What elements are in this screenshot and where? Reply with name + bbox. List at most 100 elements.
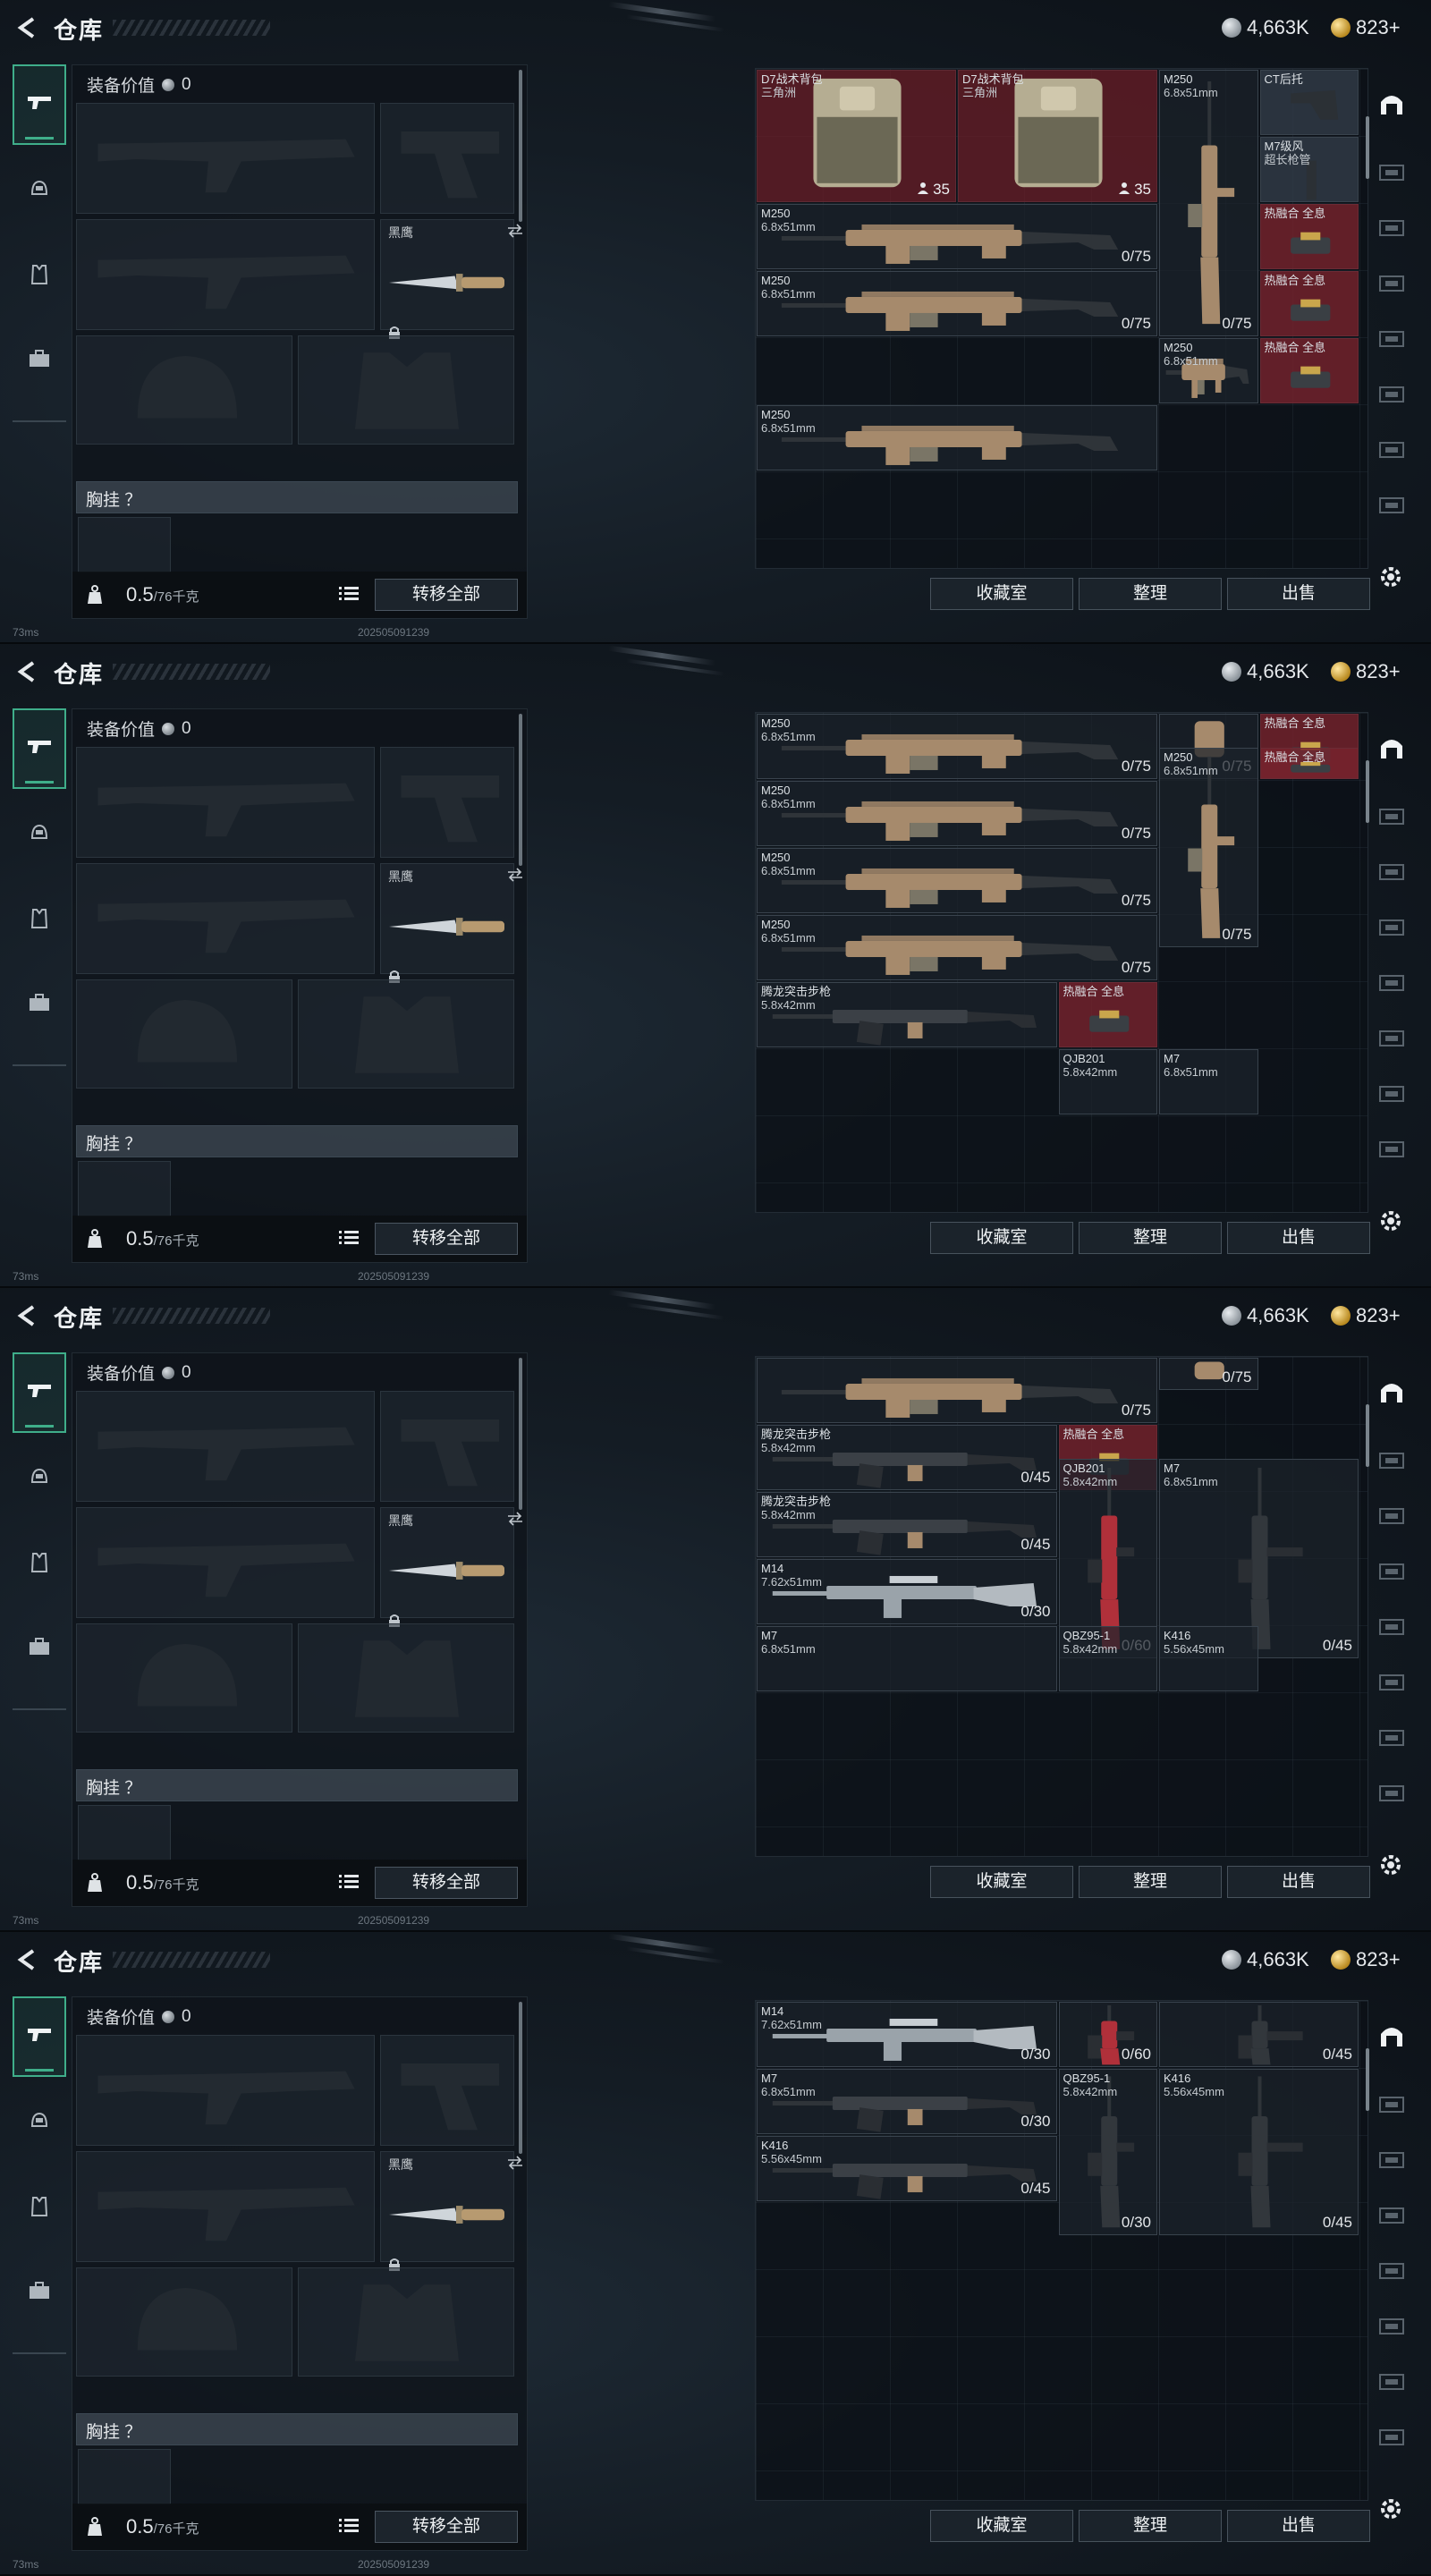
chest-rig-header[interactable]: 胸挂 ？ [76,1125,518,1157]
tab-case[interactable] [13,2252,66,2333]
inventory-item[interactable]: K416 5.56x45mm 0/45 [1159,2069,1359,2235]
helmet-slot[interactable] [76,335,292,445]
gold-currency[interactable]: 823+ [1331,14,1401,41]
storage-page-icon[interactable] [1374,487,1410,522]
sort-button[interactable]: 整理 [1079,578,1222,610]
inventory-item[interactable]: M250 6.8x51mm 0/75 [757,204,1157,269]
list-icon[interactable] [339,1874,359,1894]
tab-helmet[interactable] [13,2082,66,2163]
transfer-all-button[interactable]: 转移全部 [375,2511,518,2543]
storage-page-icon[interactable] [1374,2197,1410,2233]
chest-rig-slot[interactable] [78,1805,171,1860]
melee-slot[interactable]: 黑鹰 [380,863,522,983]
pistol-slot[interactable] [380,103,514,214]
gold-currency[interactable]: 823+ [1331,658,1401,685]
back-arrow-icon[interactable] [13,1945,39,1975]
tab-helmet[interactable] [13,150,66,231]
gear-icon[interactable] [1377,2496,1404,2527]
tab-case[interactable] [13,1608,66,1689]
sell-button[interactable]: 出售 [1227,2510,1370,2542]
tab-armor[interactable] [13,236,66,317]
secondary-weapon-slot[interactable] [76,219,375,330]
storage-page-icon[interactable] [1374,265,1410,301]
pistol-slot[interactable] [380,1391,514,1502]
inventory-item[interactable]: 热融合 全息 [1259,271,1359,336]
transfer-all-button[interactable]: 转移全部 [375,579,518,611]
storage-page-icon[interactable] [1374,798,1410,834]
gold-currency[interactable]: 823+ [1331,1946,1401,1973]
silver-currency[interactable]: 4,663K [1222,1302,1309,1329]
inventory-item[interactable]: 腾龙突击步枪 5.8x42mm 0/45 [757,1425,1057,1490]
back-arrow-icon[interactable] [13,13,39,43]
primary-weapon-slot[interactable] [76,1391,375,1502]
inventory-item[interactable]: M250 6.8x51mm [1159,338,1258,403]
transfer-all-button[interactable]: 转移全部 [375,1223,518,1255]
inventory-item[interactable]: M250 6.8x51mm 0/75 [757,271,1157,336]
primary-weapon-slot[interactable] [76,103,375,214]
collection-button[interactable]: 收藏室 [930,2510,1073,2542]
storage-page-icon[interactable] [1374,1719,1410,1755]
storage-page-icon[interactable] [1374,209,1410,245]
storage-page-icon[interactable] [1374,376,1410,411]
list-icon[interactable] [339,586,359,606]
storage-page-icon[interactable] [1374,1020,1410,1055]
collection-button[interactable]: 收藏室 [930,1222,1073,1254]
inventory-item[interactable]: 0/75 [757,1358,1157,1423]
pistol-slot[interactable] [380,2035,514,2146]
inventory-item[interactable]: M7 6.8x51mm [757,1626,1057,1691]
chest-rig-slot[interactable] [78,1161,171,1216]
equipment-scrollbar[interactable] [519,714,522,866]
storage-page-icon[interactable] [1374,2141,1410,2177]
inventory-item[interactable]: 热融合 全息 [1259,747,1359,779]
tab-helmet[interactable] [13,794,66,875]
secondary-weapon-slot[interactable] [76,1507,375,1618]
inventory-item[interactable]: M250 6.8x51mm [757,405,1157,470]
storage-page-icon[interactable] [1374,1442,1410,1478]
inventory-item[interactable]: 0/60 [1058,2002,1157,2067]
melee-slot[interactable]: 黑鹰 [380,219,522,339]
storage-page-icon[interactable] [1374,2252,1410,2288]
sell-button[interactable]: 出售 [1227,1866,1370,1898]
armor-slot[interactable] [298,1623,514,1733]
storage-page-icon[interactable] [1374,964,1410,1000]
inventory-item[interactable]: M250 6.8x51mm 0/75 [1159,70,1258,336]
silver-currency[interactable]: 4,663K [1222,1946,1309,1973]
sell-button[interactable]: 出售 [1227,578,1370,610]
gold-currency[interactable]: 823+ [1331,1302,1401,1329]
armor-slot[interactable] [298,2267,514,2377]
inventory-item[interactable]: K416 5.56x45mm [1159,1626,1258,1691]
storage-page-icon[interactable] [1374,1075,1410,1111]
storage-page-icon[interactable] [1374,1553,1410,1589]
tab-weapons[interactable] [13,1352,66,1433]
secondary-weapon-slot[interactable] [76,863,375,974]
inventory-item[interactable]: 腾龙突击步枪 5.8x42mm [757,982,1057,1047]
secondary-weapon-slot[interactable] [76,2151,375,2262]
inventory-item[interactable]: 腾龙突击步枪 5.8x42mm 0/45 [757,1492,1057,1557]
chest-rig-slot[interactable] [78,517,171,572]
inventory-item[interactable]: M14 7.62x51mm 0/30 [757,1559,1057,1624]
chest-rig-header[interactable]: 胸挂 ？ [76,2413,518,2445]
tab-armor[interactable] [13,1524,66,1605]
inventory-item[interactable]: M250 6.8x51mm 0/75 [1159,747,1258,947]
primary-weapon-slot[interactable] [76,2035,375,2146]
storage-page-icon[interactable] [1374,853,1410,889]
sort-button[interactable]: 整理 [1079,1866,1222,1898]
inventory-item[interactable]: CT后托 [1259,70,1359,135]
helmet-slot[interactable] [76,1623,292,1733]
gear-icon[interactable] [1377,1208,1404,1239]
storage-main-icon[interactable] [1374,1374,1410,1410]
gear-icon[interactable] [1377,1852,1404,1883]
inventory-item[interactable]: 热融合 全息 [1259,204,1359,269]
storage-main-icon[interactable] [1374,86,1410,122]
tab-armor[interactable] [13,880,66,961]
chest-rig-header[interactable]: 胸挂 ？ [76,1769,518,1801]
list-icon[interactable] [339,1230,359,1250]
inventory-item[interactable]: M250 6.8x51mm 0/75 [757,848,1157,913]
storage-page-icon[interactable] [1374,1664,1410,1699]
sort-button[interactable]: 整理 [1079,1222,1222,1254]
collection-button[interactable]: 收藏室 [930,1866,1073,1898]
collection-button[interactable]: 收藏室 [930,578,1073,610]
inventory-item[interactable]: 热融合 全息 [1058,982,1157,1047]
inventory-scrollbar[interactable] [1366,2048,1369,2111]
inventory-scrollbar[interactable] [1366,116,1369,179]
